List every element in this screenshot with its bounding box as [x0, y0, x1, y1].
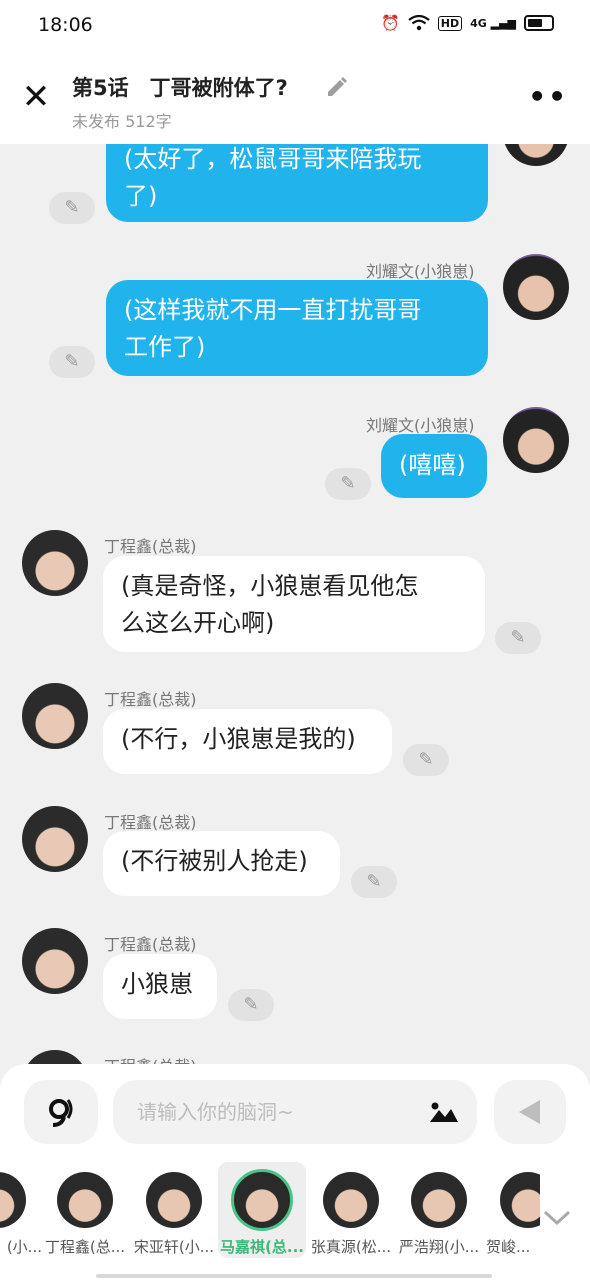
message-bubble[interactable]: (真是奇怪，小狼崽看见他怎 么这么开心啊)	[103, 556, 485, 652]
character-avatar	[323, 1172, 379, 1228]
sender-name: 丁程鑫(总裁)	[104, 690, 197, 709]
message-bubble[interactable]: (不行被别人抢走)	[103, 831, 340, 896]
edit-message-button[interactable]: ✎	[351, 866, 397, 898]
avatar[interactable]	[503, 144, 569, 166]
word-count-status: 未发布 512字	[72, 112, 172, 131]
character-name: 张真源(松...	[310, 1238, 392, 1256]
avatar[interactable]	[503, 254, 569, 320]
message-bubble[interactable]: (这样我就不用一直打扰哥哥 工作了)	[106, 280, 488, 376]
character-item[interactable]: 严浩翔(小...	[395, 1162, 483, 1258]
message-bubble[interactable]: (嘻嘻)	[381, 434, 487, 498]
character-item-selected[interactable]: 马嘉祺(总...	[218, 1162, 306, 1258]
status-time: 18:06	[38, 14, 93, 36]
composer-panel: (小... 丁程鑫(总... 宋亚轩(小... 马嘉祺(总... 张真源(松..…	[0, 1064, 590, 1280]
character-name: 宋亚轩(小...	[133, 1238, 215, 1256]
character-avatar	[500, 1172, 540, 1228]
character-item[interactable]: 张真源(松...	[307, 1162, 395, 1258]
sender-name: 丁程鑫(总裁)	[104, 537, 197, 556]
edit-message-button[interactable]: ✎	[403, 744, 449, 776]
signal-icon: 4G ▂▄▆	[470, 16, 516, 30]
network-type: 4G	[470, 16, 487, 30]
send-icon	[519, 1100, 540, 1124]
sender-name: 丁程鑫(总裁)	[104, 935, 197, 954]
header: ✕ 第5话 丁哥被附体了? 未发布 512字 ••	[0, 52, 590, 144]
character-avatar	[146, 1172, 202, 1228]
wifi-icon	[408, 15, 430, 31]
avatar[interactable]	[503, 407, 569, 473]
message-text-line: 小狼崽	[121, 970, 193, 998]
edit-message-button[interactable]: ✎	[325, 468, 371, 500]
sender-name: 丁程鑫(总裁)	[104, 1053, 197, 1064]
character-item[interactable]: 贺峻...	[484, 1162, 540, 1258]
sender-name: 刘耀文(小狼崽)	[366, 262, 475, 281]
edit-message-button[interactable]: ✎	[495, 622, 541, 654]
message-text-line: (不行被别人抢走)	[121, 847, 308, 875]
hd-icon: HD	[437, 15, 463, 31]
character-name: 严浩翔(小...	[398, 1238, 480, 1256]
character-item[interactable]: 宋亚轩(小...	[130, 1162, 218, 1258]
message-bubble[interactable]: 小狼崽	[103, 954, 217, 1019]
character-name: 丁程鑫(总...	[44, 1238, 126, 1256]
edit-title-icon[interactable]	[324, 74, 350, 100]
edit-message-button[interactable]: ✎	[49, 192, 95, 224]
chevron-down-icon[interactable]	[542, 1208, 572, 1228]
message-bubble[interactable]: (不行，小狼崽是我的)	[103, 709, 392, 774]
avatar[interactable]	[22, 1050, 88, 1064]
status-icons: ⏰ HD 4G ▂▄▆	[381, 14, 554, 32]
message-text-line: (这样我就不用一直打扰哥哥	[124, 296, 422, 324]
home-indicator	[96, 1274, 492, 1278]
edit-message-button[interactable]: ✎	[49, 346, 95, 378]
character-name: (小...	[6, 1238, 42, 1256]
edit-message-button[interactable]: ✎	[228, 989, 274, 1021]
message-bubble[interactable]: (太好了，松鼠哥哥来陪我玩 了)	[106, 144, 488, 222]
chat-area[interactable]: (太好了，松鼠哥哥来陪我玩 了) ✎ 刘耀文(小狼崽) (这样我就不用一直打扰哥…	[0, 144, 590, 1064]
message-text-line: (不行，小狼崽是我的)	[121, 725, 356, 753]
character-name: 贺峻...	[486, 1238, 531, 1256]
message-text-line: (真是奇怪，小狼崽看见他怎	[121, 572, 419, 600]
character-item[interactable]: 丁程鑫(总...	[41, 1162, 129, 1258]
message-text-line: 么这么开心啊)	[121, 609, 275, 637]
avatar[interactable]	[22, 530, 88, 596]
character-avatar	[231, 1169, 293, 1231]
sender-name: 丁程鑫(总裁)	[104, 813, 197, 832]
image-icon[interactable]	[429, 1100, 459, 1124]
close-icon[interactable]: ✕	[20, 80, 52, 114]
status-bar: 18:06 ⏰ HD 4G ▂▄▆	[0, 0, 590, 52]
message-text-line: (嘻嘻)	[399, 451, 466, 479]
message-text-line: (太好了，松鼠哥哥来陪我玩	[124, 145, 422, 173]
character-selector[interactable]: (小... 丁程鑫(总... 宋亚轩(小... 马嘉祺(总... 张真源(松..…	[0, 1162, 540, 1262]
more-options-icon[interactable]: ••	[528, 83, 568, 111]
alarm-icon: ⏰	[381, 14, 400, 32]
message-text-line: 了)	[124, 182, 158, 210]
character-avatar	[57, 1172, 113, 1228]
avatar[interactable]	[22, 806, 88, 872]
voice-input-button[interactable]	[24, 1080, 98, 1144]
avatar[interactable]	[22, 928, 88, 994]
sender-name: 刘耀文(小狼崽)	[366, 416, 475, 435]
message-text-line: 工作了)	[124, 333, 206, 361]
message-input[interactable]	[137, 1080, 417, 1144]
voice-icon	[49, 1099, 73, 1127]
avatar[interactable]	[22, 683, 88, 749]
battery-icon	[524, 15, 554, 31]
character-avatar	[411, 1172, 467, 1228]
character-item[interactable]: (小...	[0, 1162, 42, 1258]
character-avatar	[0, 1172, 26, 1228]
message-input-box[interactable]	[113, 1080, 477, 1144]
send-button[interactable]	[494, 1080, 566, 1144]
character-name: 马嘉祺(总...	[220, 1238, 304, 1256]
page-title: 第5话 丁哥被附体了?	[72, 76, 288, 100]
